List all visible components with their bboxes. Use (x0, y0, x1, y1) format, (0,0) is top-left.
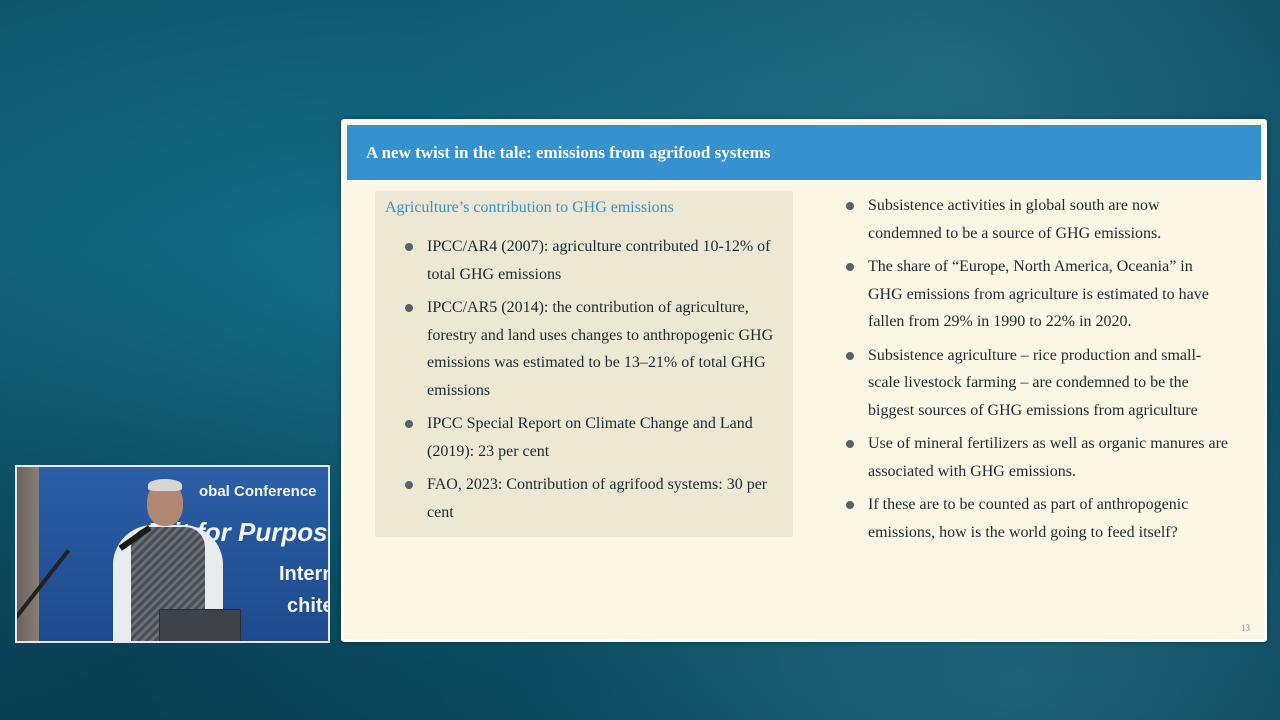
bullet-icon (405, 304, 413, 312)
left-bullet-list: IPCC/AR4 (2007): agriculture contributed… (405, 233, 789, 532)
laptop-icon (159, 609, 241, 641)
left-panel-heading: Agriculture’s contribution to GHG emissi… (385, 199, 674, 216)
banner-text-line: chitectur (287, 595, 328, 617)
list-item: Use of mineral fertilizers as well as or… (846, 430, 1231, 485)
bullet-icon (846, 440, 854, 448)
list-item: If these are to be counted as part of an… (846, 491, 1231, 546)
list-item: IPCC/AR5 (2014): the contribution of agr… (405, 294, 789, 404)
list-item: Subsistence activities in global south a… (846, 192, 1231, 247)
banner-text-line: Internat (279, 563, 328, 585)
list-item: Subsistence agriculture – rice productio… (846, 342, 1231, 425)
list-item: The share of “Europe, North America, Oce… (846, 253, 1231, 336)
list-item: FAO, 2023: Contribution of agrifood syst… (405, 471, 789, 526)
speaker-hair (148, 479, 182, 491)
slide-title: A new twist in the tale: emissions from … (366, 142, 771, 162)
bullet-icon (846, 351, 854, 360)
right-bullet-list: Subsistence activities in global south a… (846, 192, 1231, 552)
left-panel: Agriculture’s contribution to GHG emissi… (375, 191, 793, 537)
bullet-icon (846, 263, 854, 271)
speaker-video[interactable]: obal Conference R it for Purpos Internat… (15, 465, 330, 643)
banner-text-line: obal Conference (199, 483, 317, 500)
slide-page-number: 13 (1241, 623, 1250, 633)
bullet-icon (405, 420, 413, 428)
video-wall (17, 467, 39, 641)
slide-header: A new twist in the tale: emissions from … (347, 125, 1261, 180)
bullet-icon (405, 243, 413, 251)
bullet-icon (405, 481, 413, 489)
bullet-icon (846, 501, 854, 509)
bullet-icon (846, 202, 854, 210)
list-item: IPCC Special Report on Climate Change an… (405, 410, 789, 465)
list-item: IPCC/AR4 (2007): agriculture contributed… (405, 233, 789, 288)
presentation-slide: A new twist in the tale: emissions from … (341, 119, 1267, 642)
